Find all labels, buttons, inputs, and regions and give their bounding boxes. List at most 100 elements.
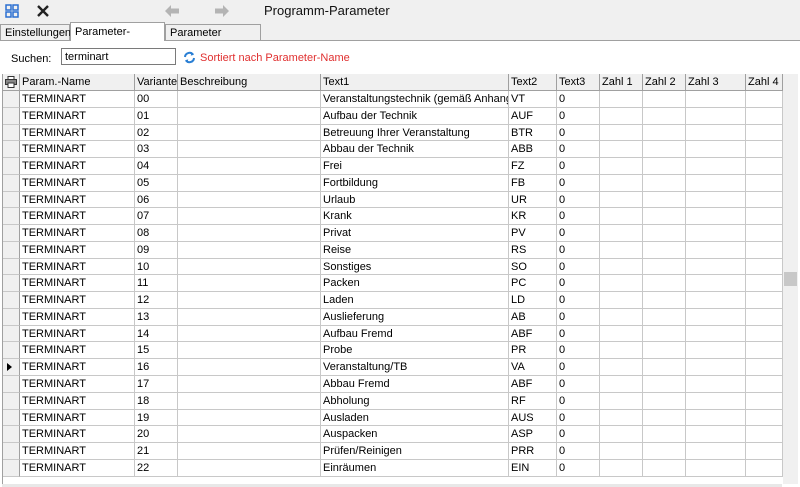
cell-zahl3[interactable] (686, 241, 746, 259)
cell-beschreibung[interactable] (178, 325, 321, 343)
cell-text3[interactable]: 0 (557, 107, 600, 125)
cell-zahl2[interactable] (643, 459, 686, 477)
cell-text1[interactable]: Prüfen/Reinigen (321, 443, 509, 460)
cell-text3[interactable]: 0 (557, 359, 600, 377)
cell-variante[interactable]: 14 (135, 325, 178, 343)
cell-zahl3[interactable] (686, 342, 746, 360)
cell-zahl4[interactable] (746, 124, 783, 142)
cell-zahl3[interactable] (686, 359, 746, 377)
cell-zahl4[interactable] (746, 342, 783, 360)
cell-zahl4[interactable] (746, 376, 783, 393)
cell-zahl2[interactable] (643, 208, 686, 226)
cell-zahl2[interactable] (643, 308, 686, 326)
cell-beschreibung[interactable] (178, 258, 321, 276)
cell-variante[interactable]: 12 (135, 292, 178, 309)
cell-text1[interactable]: Auspacken (321, 426, 509, 444)
cell-zahl2[interactable] (643, 443, 686, 460)
cell-text1[interactable]: Probe (321, 342, 509, 360)
column-header-zahl4[interactable]: Zahl 4 (746, 74, 783, 91)
cell-variante[interactable]: 09 (135, 241, 178, 259)
cell-zahl4[interactable] (746, 275, 783, 293)
table-row[interactable]: TERMINART 01 Aufbau der Technik AUF 0 (3, 107, 783, 125)
column-header-beschreibung[interactable]: Beschreibung (178, 74, 321, 91)
cell-text2[interactable]: VT (509, 91, 557, 108)
cell-text2[interactable]: AUF (509, 107, 557, 125)
cell-beschreibung[interactable] (178, 141, 321, 159)
cell-zahl1[interactable] (600, 376, 643, 393)
cell-text1[interactable]: Aufbau Fremd (321, 325, 509, 343)
cell-text1[interactable]: Frei (321, 158, 509, 175)
cell-zahl2[interactable] (643, 342, 686, 360)
cell-beschreibung[interactable] (178, 158, 321, 175)
cell-param-name[interactable]: TERMINART (20, 124, 135, 142)
table-row[interactable]: TERMINART 14 Aufbau Fremd ABF 0 (3, 325, 783, 343)
cell-text1[interactable]: Abbau der Technik (321, 141, 509, 159)
cell-zahl1[interactable] (600, 107, 643, 125)
cell-zahl4[interactable] (746, 258, 783, 276)
table-row[interactable]: TERMINART 18 Abholung RF 0 (3, 392, 783, 410)
table-row[interactable]: TERMINART 10 Sonstiges SO 0 (3, 258, 783, 276)
cell-zahl3[interactable] (686, 258, 746, 276)
cell-zahl4[interactable] (746, 191, 783, 209)
cell-zahl4[interactable] (746, 158, 783, 175)
row-selector[interactable] (3, 91, 20, 108)
table-row[interactable]: TERMINART 22 Einräumen EIN 0 (3, 459, 783, 477)
row-selector[interactable] (3, 158, 20, 175)
row-selector[interactable] (3, 359, 20, 377)
table-row[interactable]: TERMINART 21 Prüfen/Reinigen PRR 0 (3, 443, 783, 460)
cell-zahl4[interactable] (746, 174, 783, 192)
cell-variante[interactable]: 05 (135, 174, 178, 192)
cell-zahl2[interactable] (643, 409, 686, 427)
row-selector[interactable] (3, 241, 20, 259)
cell-beschreibung[interactable] (178, 91, 321, 108)
row-selector[interactable] (3, 174, 20, 192)
row-selector[interactable] (3, 325, 20, 343)
cell-zahl4[interactable] (746, 426, 783, 444)
cell-text3[interactable]: 0 (557, 174, 600, 192)
cell-zahl1[interactable] (600, 158, 643, 175)
cell-text1[interactable]: Reise (321, 241, 509, 259)
column-header-zahl3[interactable]: Zahl 3 (686, 74, 746, 91)
cell-variante[interactable]: 10 (135, 258, 178, 276)
cell-zahl3[interactable] (686, 107, 746, 125)
cell-zahl1[interactable] (600, 342, 643, 360)
refresh-sort-icon[interactable] (183, 51, 196, 64)
cell-text3[interactable]: 0 (557, 124, 600, 142)
cell-param-name[interactable]: TERMINART (20, 225, 135, 242)
cell-zahl3[interactable] (686, 392, 746, 410)
cell-zahl4[interactable] (746, 392, 783, 410)
cell-zahl3[interactable] (686, 325, 746, 343)
cell-variante[interactable]: 06 (135, 191, 178, 209)
cell-variante[interactable]: 21 (135, 443, 178, 460)
print-icon[interactable] (3, 74, 20, 91)
cell-variante[interactable]: 00 (135, 91, 178, 108)
cell-text1[interactable]: Abholung (321, 392, 509, 410)
cell-zahl1[interactable] (600, 91, 643, 108)
cell-text3[interactable]: 0 (557, 225, 600, 242)
cell-zahl2[interactable] (643, 241, 686, 259)
cell-text1[interactable]: Einräumen (321, 459, 509, 477)
cell-text3[interactable]: 0 (557, 292, 600, 309)
cell-variante[interactable]: 11 (135, 275, 178, 293)
cell-zahl3[interactable] (686, 191, 746, 209)
table-row[interactable]: TERMINART 09 Reise RS 0 (3, 241, 783, 259)
cell-text2[interactable]: KR (509, 208, 557, 226)
tab-parameter-eingabe[interactable]: Parameter Eingabe (165, 24, 261, 55)
cell-zahl4[interactable] (746, 91, 783, 108)
cell-beschreibung[interactable] (178, 174, 321, 192)
column-header-text2[interactable]: Text2 (509, 74, 557, 91)
cell-text3[interactable]: 0 (557, 392, 600, 410)
cell-variante[interactable]: 15 (135, 342, 178, 360)
cell-text3[interactable]: 0 (557, 409, 600, 427)
cell-param-name[interactable]: TERMINART (20, 191, 135, 209)
row-selector[interactable] (3, 208, 20, 226)
table-row[interactable]: TERMINART 11 Packen PC 0 (3, 275, 783, 293)
cell-variante[interactable]: 18 (135, 392, 178, 410)
grid-icon[interactable] (3, 2, 21, 20)
cell-text2[interactable]: PR (509, 342, 557, 360)
cell-zahl2[interactable] (643, 275, 686, 293)
cell-variante[interactable]: 16 (135, 359, 178, 377)
cell-beschreibung[interactable] (178, 208, 321, 226)
cell-zahl4[interactable] (746, 359, 783, 377)
cell-text2[interactable]: EIN (509, 459, 557, 477)
